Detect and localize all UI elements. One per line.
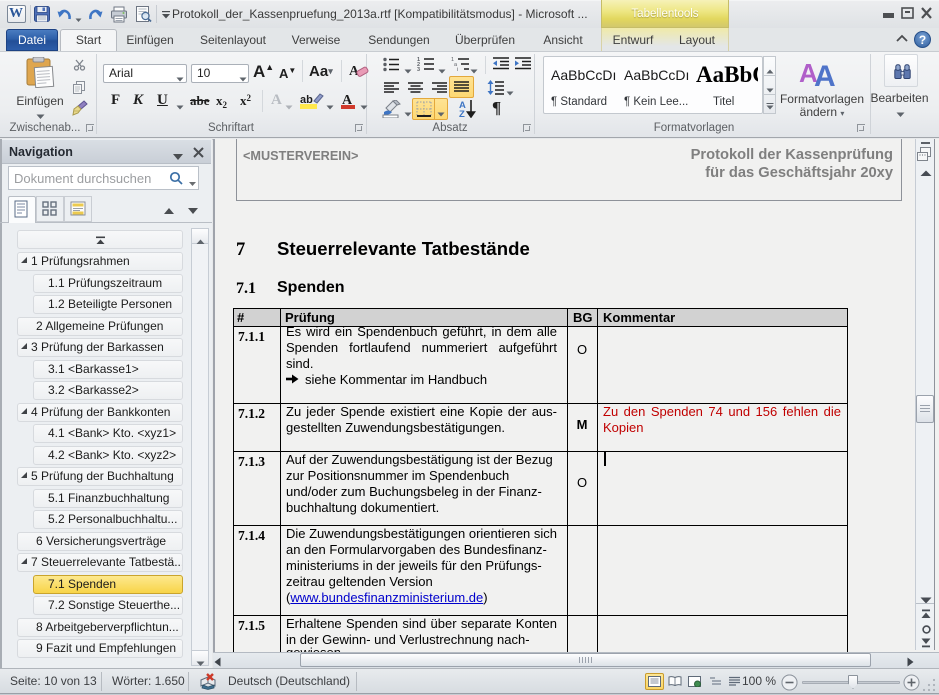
svg-text:3: 3 [417,67,420,72]
svg-text:A: A [814,60,836,88]
svg-text:i: i [457,67,458,72]
svg-text:Z: Z [459,109,465,118]
